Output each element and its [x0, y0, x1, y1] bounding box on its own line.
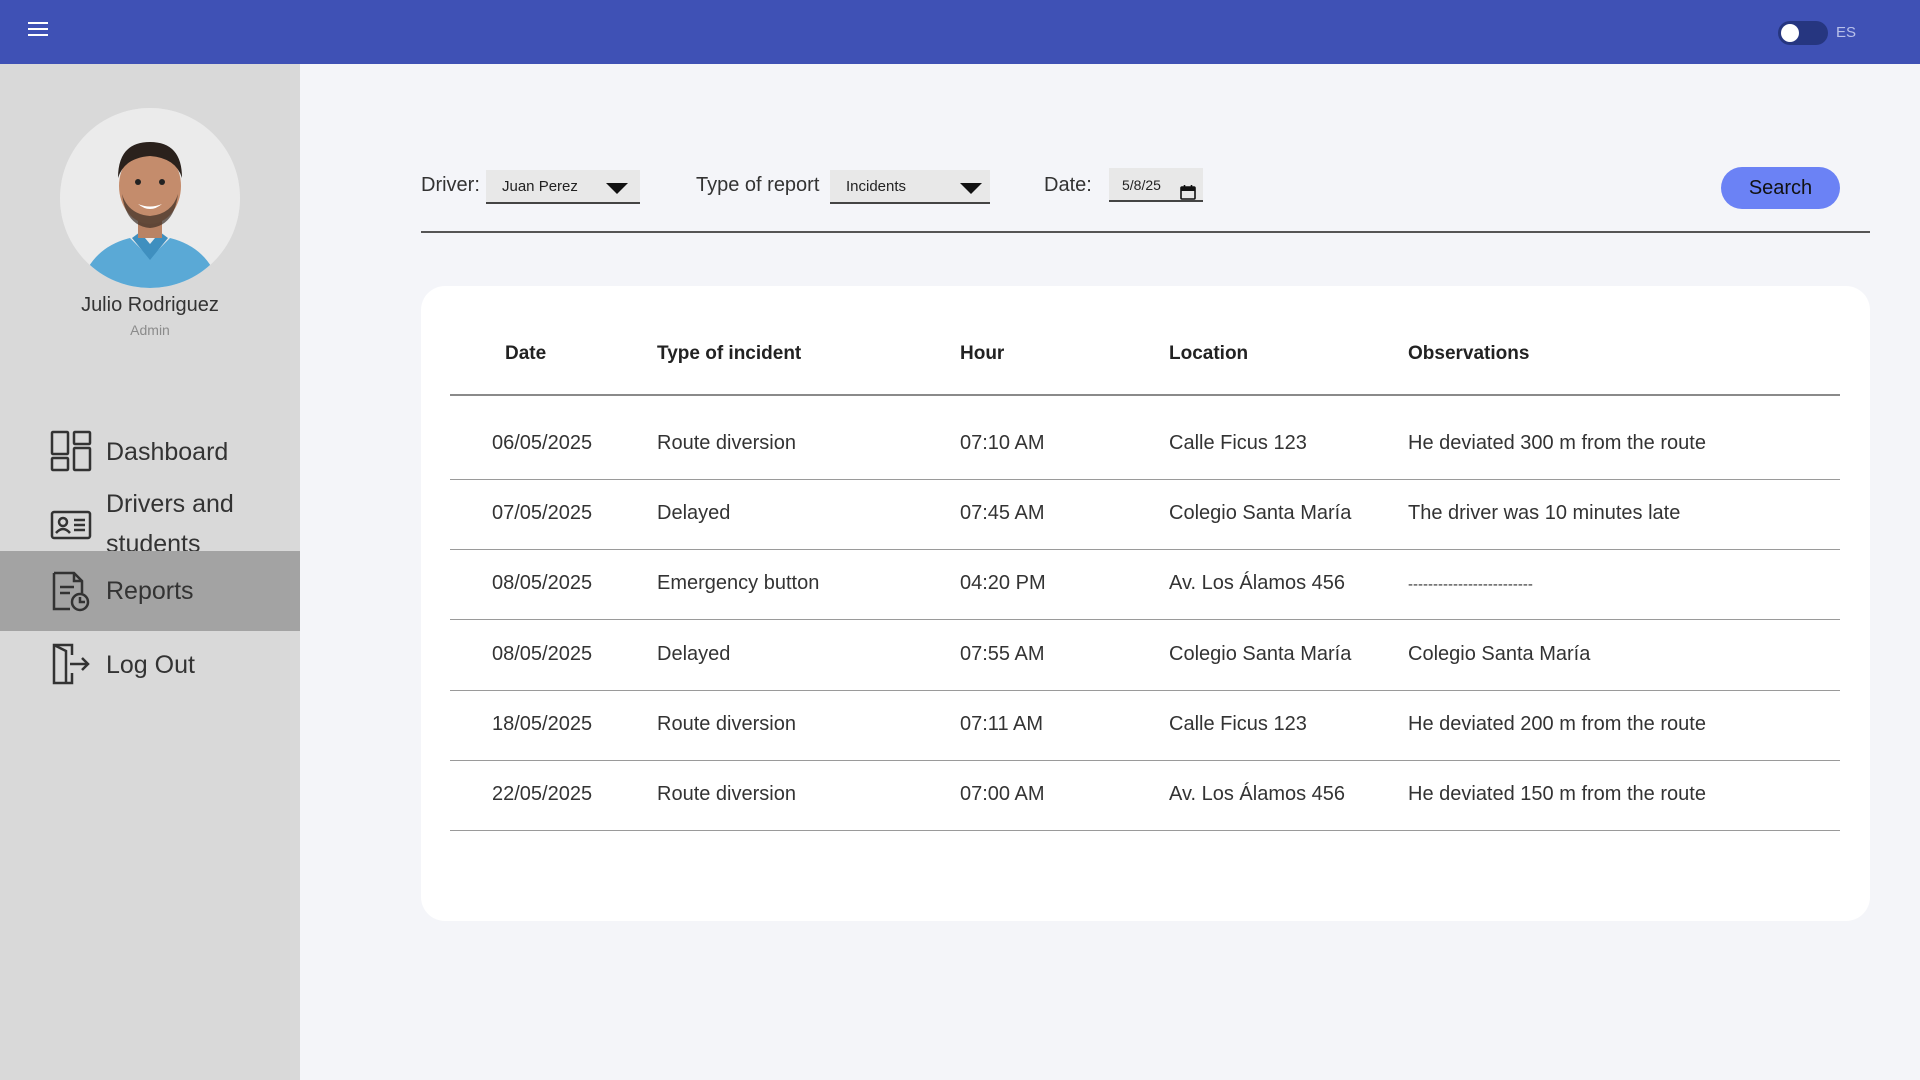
language-label: ES	[1836, 24, 1857, 41]
cell-location: Calle Ficus 123	[1169, 432, 1307, 454]
column-header-observations[interactable]: Observations	[1408, 343, 1529, 365]
cell-location: Colegio Santa María	[1169, 502, 1352, 524]
cell-hour: 07:11 AM	[960, 713, 1044, 735]
cell-type: Delayed	[657, 643, 731, 665]
cell-hour: 04:20 PM	[960, 572, 1046, 594]
top-app-bar: ES	[0, 0, 1920, 64]
cell-observations: -------------------------	[1408, 576, 1533, 593]
column-header-location[interactable]: Location	[1169, 343, 1248, 365]
cell-observations: He deviated 150 m from the route	[1408, 783, 1706, 805]
cell-date: 18/05/2025	[492, 713, 593, 735]
cell-date: 07/05/2025	[492, 502, 593, 524]
cell-observations: He deviated 200 m from the route	[1408, 713, 1706, 735]
cell-date: 22/05/2025	[492, 783, 593, 805]
cell-date: 08/05/2025	[492, 572, 593, 594]
toggle-knob	[1781, 24, 1799, 42]
date-input[interactable]: 5/8/25	[1109, 168, 1203, 202]
search-button[interactable]: Search	[1721, 167, 1840, 209]
cell-observations: Colegio Santa María	[1408, 643, 1591, 665]
cell-type: Route diversion	[657, 713, 796, 735]
divider	[421, 231, 1870, 233]
column-header-hour[interactable]: Hour	[960, 343, 1004, 365]
row-divider	[450, 619, 1840, 620]
row-divider	[450, 479, 1840, 480]
cell-type: Emergency button	[657, 572, 820, 594]
row-divider	[450, 760, 1840, 761]
incident-report-table: Date Type of incident Hour Location Obse…	[421, 286, 1870, 921]
report-type-select[interactable]: Incidents	[830, 170, 990, 204]
column-header-type-of-incident[interactable]: Type of incident	[657, 343, 801, 365]
dashboard-icon	[50, 430, 92, 472]
sidebar-item-label: Log Out	[106, 651, 195, 679]
user-name: Julio Rodriguez	[81, 294, 219, 316]
cell-location: Av. Los Álamos 456	[1169, 783, 1346, 805]
cell-type: Route diversion	[657, 432, 796, 454]
sidebar-item-reports[interactable]: Reports	[0, 551, 300, 631]
sidebar: Julio Rodriguez Admin Dashboard Drivers …	[0, 64, 300, 1080]
sidebar-item-label: Dashboard	[106, 438, 229, 466]
cell-hour: 07:10 AM	[960, 432, 1045, 454]
cell-type: Delayed	[657, 502, 731, 524]
cell-location: Colegio Santa María	[1169, 643, 1352, 665]
report-type-select-value: Incidents	[846, 178, 907, 195]
cell-location: Calle Ficus 123	[1169, 713, 1307, 735]
cell-hour: 07:45 AM	[960, 502, 1045, 524]
driver-select-value: Juan Perez	[502, 178, 578, 195]
sidebar-item-log-out[interactable]: Log Out	[0, 631, 300, 703]
driver-label: Driver:	[421, 174, 480, 196]
report-type-label: Type of report	[696, 174, 820, 196]
cell-date: 06/05/2025	[492, 432, 593, 454]
row-divider	[450, 690, 1840, 691]
user-role: Admin	[130, 322, 170, 338]
chevron-down-icon	[606, 183, 628, 194]
sidebar-item-dashboard[interactable]: Dashboard	[0, 418, 300, 484]
cell-observations: The driver was 10 minutes late	[1408, 502, 1681, 524]
row-divider	[450, 549, 1840, 550]
calendar-icon[interactable]	[1180, 178, 1196, 212]
cell-observations: He deviated 300 m from the route	[1408, 432, 1706, 454]
cell-type: Route diversion	[657, 783, 796, 805]
cell-hour: 07:55 AM	[960, 643, 1045, 665]
report-document-icon	[50, 571, 92, 613]
cell-hour: 07:00 AM	[960, 783, 1045, 805]
id-card-icon	[50, 504, 92, 546]
date-label: Date:	[1044, 174, 1092, 196]
sidebar-item-label: Reports	[106, 577, 194, 605]
date-input-value: 5/8/25	[1122, 177, 1161, 193]
row-divider	[450, 830, 1840, 831]
column-header-date[interactable]: Date	[505, 343, 546, 365]
language-toggle[interactable]	[1778, 21, 1828, 45]
avatar	[60, 108, 240, 288]
header-divider	[450, 394, 1840, 396]
hamburger-menu-icon[interactable]	[28, 22, 52, 42]
logout-icon	[50, 643, 92, 685]
chevron-down-icon	[960, 183, 982, 194]
cell-location: Av. Los Álamos 456	[1169, 572, 1346, 594]
cell-date: 08/05/2025	[492, 643, 593, 665]
driver-select[interactable]: Juan Perez	[486, 170, 640, 204]
